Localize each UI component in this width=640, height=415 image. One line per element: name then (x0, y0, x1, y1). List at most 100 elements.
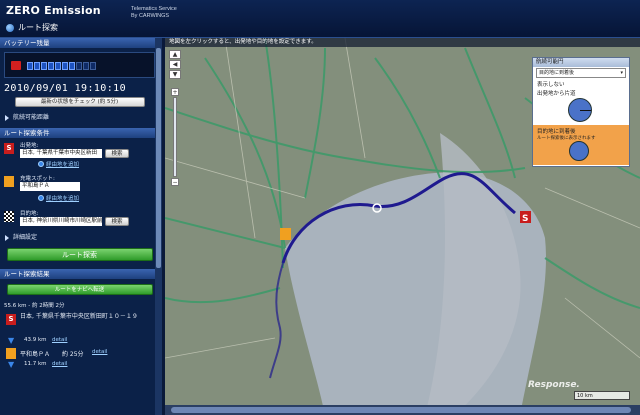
map-hint: 地図を左クリックすると、出発地や目的地を設定できます。 (165, 38, 640, 47)
range-option-oneway[interactable]: 出発地から片道 (533, 89, 629, 97)
detail-settings-label: 詳細設定 (13, 234, 38, 241)
result-leg-1: ▼ 43.9 km detail (4, 336, 155, 347)
range-oneway-preview (568, 98, 592, 122)
radius-line (580, 110, 591, 111)
send-nav-wrap: ルートをナビへ転送 (0, 284, 159, 295)
charge-label: 充電スポット: (20, 176, 55, 182)
battery-gauge (4, 52, 155, 78)
stop-2-time: 約 25分 (62, 351, 84, 358)
battery-segment (34, 62, 40, 70)
origin-label: 出発地: (20, 143, 39, 149)
range-panel-title: 航続可能円 (533, 58, 629, 67)
service-name: Telematics Service By CARWINGS (131, 6, 177, 20)
add-icon (38, 161, 44, 167)
charge-spot-input[interactable]: 平和島ＰＡ (20, 182, 80, 191)
route-conditions-title: ルート探索条件 (0, 128, 159, 138)
svg-text:S: S (522, 214, 528, 224)
map-scale: 10 km (574, 391, 630, 400)
range-label: 航続可能距離 (13, 114, 50, 121)
globe-icon (6, 23, 14, 32)
battery-segment (27, 62, 33, 70)
stop-2-detail-link[interactable]: detail (92, 349, 107, 355)
battery-segment (83, 62, 89, 70)
battery-segment (69, 62, 75, 70)
brand-logo: ZERO Emission (6, 4, 101, 17)
goal-flag-icon (4, 211, 14, 222)
battery-segment (76, 62, 82, 70)
destination-search-button[interactable]: 検索 (105, 217, 129, 226)
sidebar-scrollbar[interactable] (155, 38, 162, 415)
range-select-value: 目的地に到着後 (539, 70, 575, 76)
sidebar: バッテリー残量 2010/09/01 19:10:10 最新の状態をチェック (… (0, 38, 162, 415)
service-line1: Telematics Service (131, 6, 177, 12)
route-search-button[interactable]: ルート探索 (6, 248, 153, 261)
watermark: Response. (528, 380, 580, 390)
start-pin-icon: S (6, 314, 16, 325)
chevron-down-icon: ▾ (620, 70, 623, 76)
battery-segment (55, 62, 61, 70)
leg-2-detail-link[interactable]: detail (52, 361, 67, 367)
service-line2: By CARWINGS (131, 13, 170, 19)
pan-up-icon[interactable]: ▲ (169, 50, 181, 59)
destination-row: 目的地: 日本, 神奈川県川崎市川崎区駅前 検索 (4, 209, 155, 231)
range-option-after[interactable]: 目的地に到着後 ルート探索後に表示されます (533, 125, 629, 165)
leg-1-detail-link[interactable]: detail (52, 337, 67, 343)
stop-1-address: 日本, 千葉県千葉市中央区新田町１０－１９ (20, 313, 138, 320)
add-waypoint-link[interactable]: 経由地を追加 (38, 160, 79, 168)
page-title: ルート探索 (6, 22, 58, 33)
destination-input[interactable]: 日本, 神奈川県川崎市川崎区駅前 (20, 217, 102, 226)
result-stop-2: 平和島ＰＡ 約 25分 detail (4, 347, 155, 360)
range-option-after-sub: ルート探索後に表示されます (537, 136, 596, 141)
zoom-out-icon[interactable]: − (171, 178, 179, 186)
charge-station-icon (6, 348, 16, 359)
add-icon (38, 195, 44, 201)
arrow-down-icon: ▼ (8, 336, 15, 345)
origin-input[interactable]: 日本, 千葉県千葉市中央区新田 (20, 149, 102, 158)
route-summary: 55.6 km - 約 2時間 2分 (4, 303, 65, 309)
hscroll-thumb[interactable] (171, 407, 631, 413)
chevron-right-icon (5, 235, 9, 241)
range-option-none[interactable]: 表示しない (533, 80, 629, 88)
stop-2-name: 平和島ＰＡ (20, 351, 51, 358)
battery-segment (48, 62, 54, 70)
chevron-right-icon (5, 115, 9, 121)
add-waypoint-text-2: 経由地を追加 (46, 196, 80, 202)
range-after-preview (569, 141, 589, 161)
destination-label: 目的地: (20, 211, 39, 217)
app-header: ZERO Emission Telematics Service By CARW… (0, 0, 640, 38)
battery-bars (27, 62, 96, 70)
scrollbar-thumb[interactable] (156, 48, 161, 268)
leg-2-distance: 11.7 km (24, 361, 47, 367)
pan-left-icon[interactable]: ◀ (169, 60, 181, 69)
result-leg-2: ▼ 11.7 km detail (4, 360, 155, 371)
charge-row: 充電スポット: 平和島ＰＡ 経由地を追加 (4, 174, 155, 206)
route-search-wrap: ルート探索 (0, 248, 159, 261)
zoom-slider[interactable] (173, 97, 177, 177)
battery-segment (62, 62, 68, 70)
charge-station-icon (4, 176, 14, 187)
result-stop-1: S 日本, 千葉県千葉市中央区新田町１０－１９ (4, 312, 155, 336)
pan-down-icon[interactable]: ▼ (169, 70, 181, 79)
map-horizontal-scrollbar[interactable] (165, 405, 640, 415)
add-waypoint-text: 経由地を追加 (46, 162, 80, 168)
range-option-after-label: 目的地に到着後 (537, 129, 576, 135)
range-circle-panel: 航続可能円 目的地に到着後 ▾ 表示しない 出発地から片道 目的地に到着後 ルー… (532, 57, 630, 167)
results-title: ルート探索結果 (0, 269, 159, 279)
start-pin-icon: S (4, 143, 14, 154)
range-toggle[interactable]: 航続可能距離 (4, 113, 155, 123)
page-title-text: ルート探索 (18, 23, 58, 32)
battery-segment (41, 62, 47, 70)
add-waypoint-link-2[interactable]: 経由地を追加 (38, 194, 79, 202)
plug-icon (11, 61, 21, 70)
detail-settings-toggle[interactable]: 詳細設定 (4, 233, 155, 243)
refresh-status-button[interactable]: 最新の状態をチェック (約 5分) (14, 97, 145, 107)
battery-datetime: 2010/09/01 19:10:10 (4, 83, 126, 94)
battery-section-title: バッテリー残量 (0, 38, 159, 48)
battery-segment (90, 62, 96, 70)
origin-search-button[interactable]: 検索 (105, 149, 129, 158)
range-mode-select[interactable]: 目的地に到着後 ▾ (536, 68, 626, 78)
origin-row: S 出発地: 日本, 千葉県千葉市中央区新田 検索 経由地を追加 (4, 141, 155, 171)
send-to-nav-button[interactable]: ルートをナビへ転送 (6, 284, 153, 295)
zoom-in-icon[interactable]: + (171, 88, 179, 96)
arrow-down-icon: ▼ (8, 360, 15, 369)
